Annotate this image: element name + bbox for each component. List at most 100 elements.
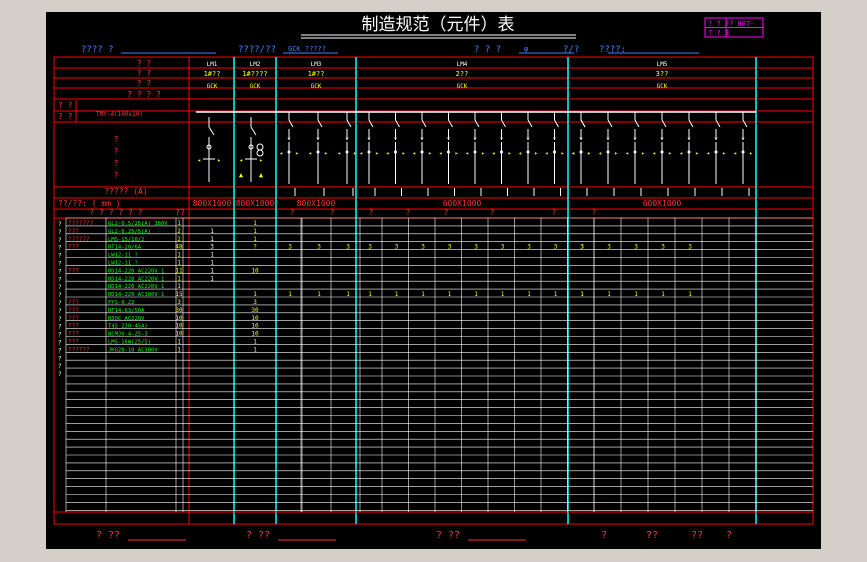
ct-arrow: ▸ [481, 150, 485, 157]
single-line-diagram: ◂▸◂▸▲▲⌄◂▸⌄◂▸⌄◂▸⌄◂▸⌄◂▸⌄◂▸⌄◂▸⌄◂▸⌄◂▸⌄◂▸⌄◂▸⌄… [196, 111, 756, 196]
component-cell: 3 [474, 244, 478, 251]
component-cell: 1 [527, 291, 531, 298]
ct-arrow: ◂ [386, 150, 390, 157]
panel-name: 1#???? [242, 70, 267, 78]
ct-arrow: ◂ [679, 150, 683, 157]
component-model: B30C AC220V [108, 316, 145, 322]
ct-arrow: ▸ [561, 150, 565, 157]
doc-code-stamp: ? ? ?? 007- ? ? 3 [704, 17, 764, 38]
panel-name: 3?? [656, 70, 669, 78]
drawing-canvas[interactable]: 制造规范（元件）表 ? ? ?? 007- ? ? 3 ? ?? ?? ?? ?… [46, 12, 821, 549]
ct-arrow: ◂ [518, 150, 522, 157]
side-label: ? [58, 316, 62, 323]
table-header-name: ? ? ? ? ? ? [90, 208, 143, 217]
panel-type: GCK [207, 83, 218, 90]
component-cell: 1 [253, 220, 257, 227]
ct-arrow: ▸ [402, 150, 406, 157]
switch-icon: ⌄ [345, 133, 349, 141]
side-label: ? [58, 245, 62, 252]
ct-arrow: ▸ [375, 150, 379, 157]
col-mark: ? [552, 208, 557, 217]
switch-icon: ⌄ [606, 133, 610, 141]
ct-arrow: ▸ [353, 150, 357, 157]
panel-dim: 600X1000 [443, 199, 482, 208]
ct-arrow: ◂ [465, 150, 469, 157]
component-cell: 1 [688, 291, 692, 298]
table-header-qty: ?? [175, 208, 185, 217]
component-cell: 3 [448, 244, 452, 251]
component-qty: 2 [177, 228, 181, 235]
ct-arrow: ◂ [279, 150, 283, 157]
col-mark: ? [330, 208, 335, 217]
panel-name: 1#?? [204, 70, 221, 78]
header-field-label: ????: [599, 45, 626, 55]
component-cell: 1 [661, 291, 665, 298]
ct-arrow: ◂ [359, 150, 363, 157]
component-cell: 3 [395, 244, 399, 251]
ct-arrow: ▸ [428, 150, 432, 157]
ct-arrow: ▸ [324, 150, 328, 157]
component-qty: 1 [177, 339, 181, 346]
side-label: ? [58, 268, 62, 275]
panel-id: LM2 [250, 61, 261, 68]
panel-dim: 600X1000 [643, 199, 682, 208]
side-label: ? [58, 363, 62, 370]
side-label: ? [58, 229, 62, 236]
drawing-sheet[interactable]: 制造规范（元件）表 ? ? ?? 007- ? ? 3 ? ?? ?? ?? ?… [46, 12, 821, 549]
ct-arrow: ▸ [455, 150, 459, 157]
component-model: LMS-15/10/2 [108, 237, 144, 243]
panel-id: LM5 [657, 61, 668, 68]
col-mark: ? [592, 208, 597, 217]
component-model: RD14-220 AC220V 1 [108, 268, 164, 274]
side-label: ? [58, 355, 62, 362]
fuse-icon: ▲ [259, 171, 264, 179]
current-label: ????? (A) [104, 187, 147, 196]
panel-type: GCK [250, 83, 261, 90]
footer-label: ?? [646, 530, 658, 541]
side-label: ? [58, 308, 62, 315]
component-category: ?????? [68, 236, 90, 243]
component-cell: 1 [395, 291, 399, 298]
component-cell: 1 [317, 291, 321, 298]
ct-arrow: ◂ [239, 157, 243, 164]
panel-id: LM1 [207, 61, 218, 68]
component-cell: 1 [554, 291, 558, 298]
component-model: RT14-20/6A [108, 245, 142, 251]
ct-arrow: ▸ [295, 150, 299, 157]
component-model: GL2-0.5/25(A) 380V [108, 221, 168, 227]
ct-arrow: ▸ [722, 150, 726, 157]
side-label: ? [58, 300, 62, 307]
switch-icon: ⌄ [552, 133, 556, 141]
switch-icon: ⌄ [420, 133, 424, 141]
component-qty: 3 [177, 299, 181, 306]
component-cell: 3 [368, 244, 372, 251]
component-category: ??????? [68, 220, 94, 227]
header-field-label: ????/?? [238, 45, 276, 55]
footer-label: ? ?? [436, 530, 460, 541]
switch-icon: ⌄ [714, 133, 718, 141]
spec-table: ? ?? ?? ?? ? ? ?? ?? ? TMY-4(100x10)?????… [53, 56, 814, 525]
side-label: ? [58, 371, 62, 378]
component-qty: 1 [177, 346, 181, 353]
header-fields: ???? ? ????/?? GCK ????? ? ? ? φ ?/?????: [81, 45, 699, 55]
switch-icon: ⌄ [393, 133, 397, 141]
ct-arrow: ▸ [534, 150, 538, 157]
side-label: ? [58, 253, 62, 260]
component-cell: 3 [317, 244, 321, 251]
component-cell: 1 [501, 291, 505, 298]
component-category: ??? [68, 228, 79, 235]
component-model: RT14-63/50A [108, 308, 145, 314]
switch-icon: ⌄ [287, 133, 291, 141]
ct-arrow: ◂ [625, 150, 629, 157]
panel-id: LM4 [457, 61, 468, 68]
component-cell: 1 [253, 228, 257, 235]
ct-arrow: ▸ [587, 150, 591, 157]
panel-name: 2?? [456, 70, 469, 78]
ct-arrow: ◂ [492, 150, 496, 157]
component-cell: 1 [346, 291, 350, 298]
component-model: LW12-11 ? [108, 261, 138, 267]
ct-arrow: ▸ [614, 150, 618, 157]
component-cell: 1 [210, 275, 214, 282]
component-cell: 1 [634, 291, 638, 298]
component-model: GL2-0.25/5(A) [108, 229, 151, 235]
